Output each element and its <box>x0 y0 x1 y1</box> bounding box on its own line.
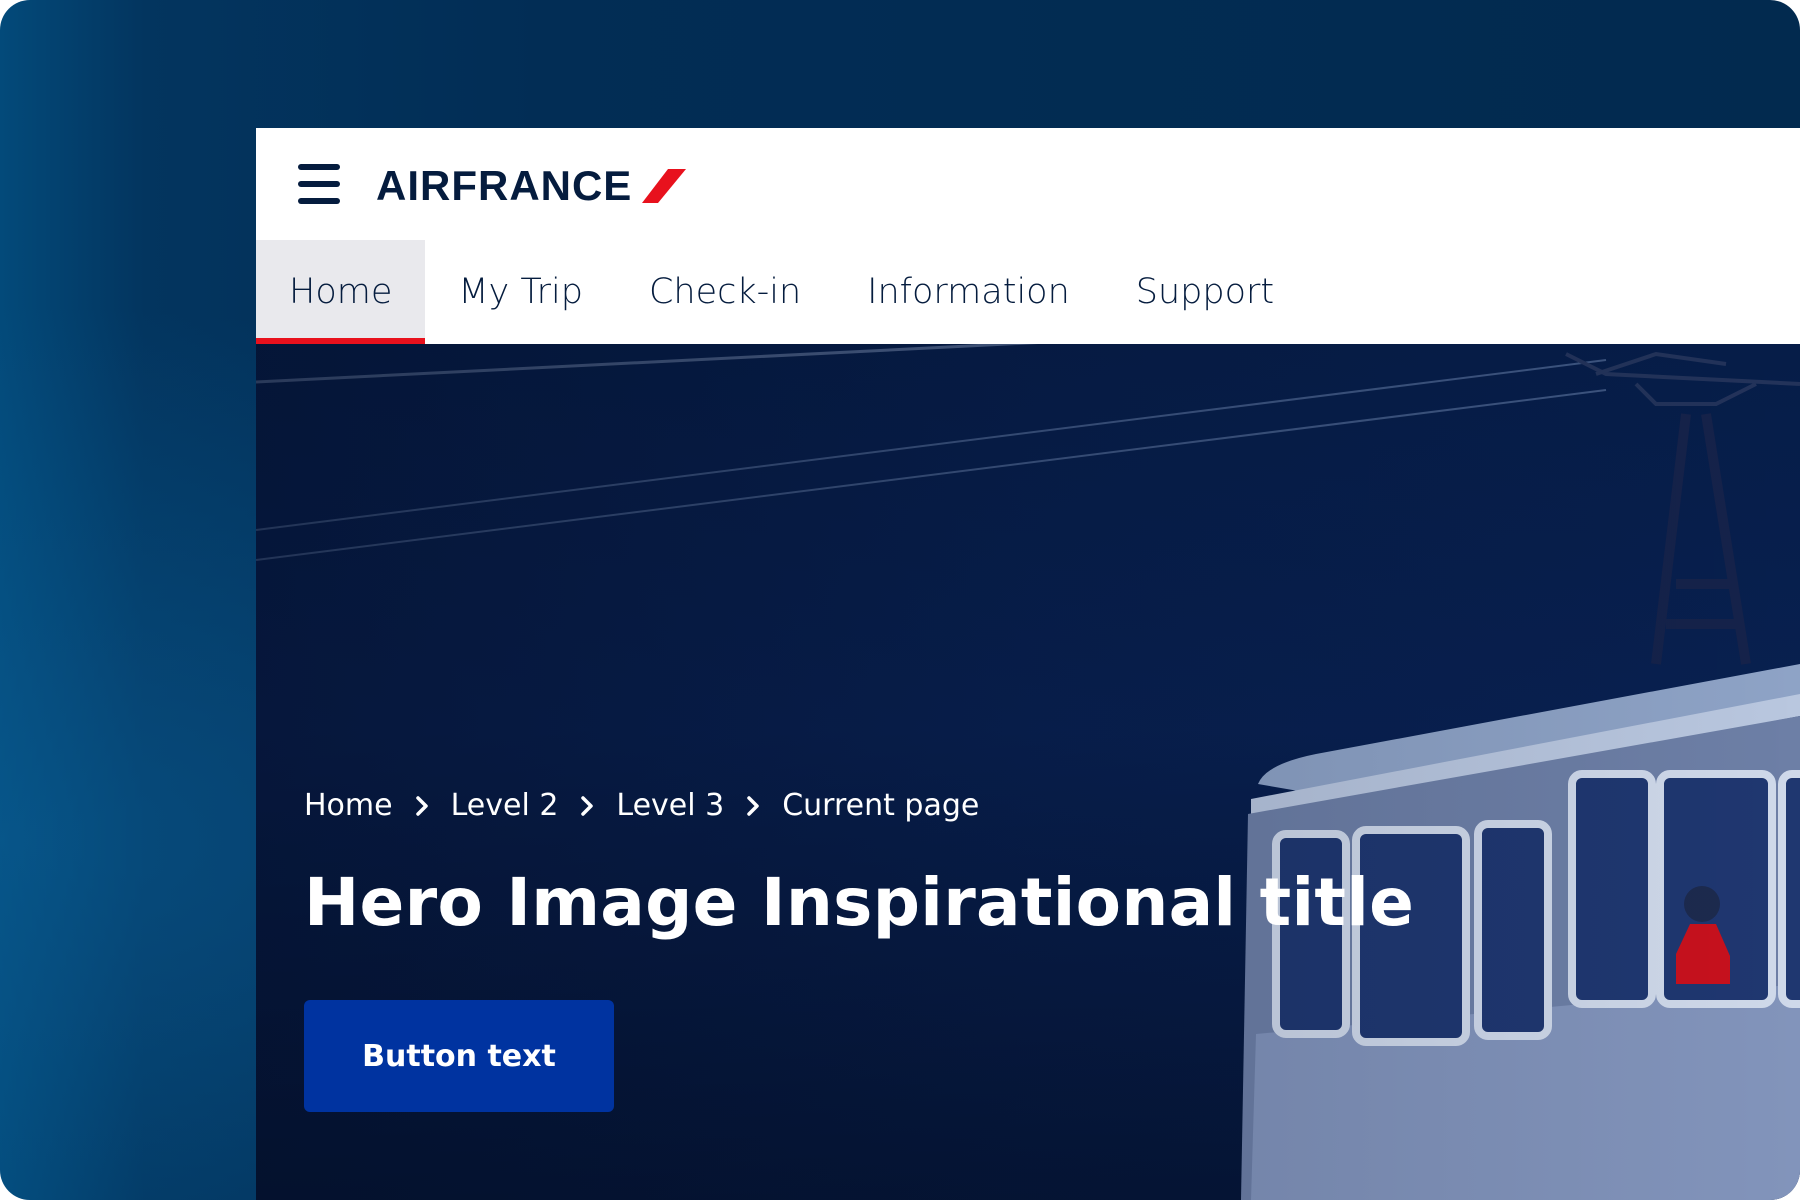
chevron-right-icon <box>580 795 594 817</box>
main-navigation: Home My Trip Check-in Information Suppor… <box>256 240 1307 344</box>
airfrance-logo[interactable]: AIRFRANCE <box>376 158 687 214</box>
hero-title: Hero Image Inspirational title <box>304 864 1415 941</box>
breadcrumb-home[interactable]: Home <box>304 788 393 823</box>
breadcrumb-level-2[interactable]: Level 2 <box>451 788 559 823</box>
hero-section: Home Level 2 Level 3 Current page Hero I… <box>256 344 1800 1200</box>
presentation-background: AIRFRANCE Home My Trip Check-in Informat… <box>0 0 1800 1200</box>
nav-item-support[interactable]: Support <box>1103 240 1307 344</box>
breadcrumb-current-page: Current page <box>782 788 980 823</box>
breadcrumb: Home Level 2 Level 3 Current page <box>304 788 979 823</box>
site-header: AIRFRANCE <box>256 128 1800 240</box>
logo-wordmark: AIRFRANCE <box>376 162 633 209</box>
logo-stripe-icon <box>642 169 687 203</box>
hero-cta-button[interactable]: Button text <box>304 1000 614 1112</box>
chevron-right-icon <box>415 795 429 817</box>
nav-item-information[interactable]: Information <box>834 240 1103 344</box>
breadcrumb-level-3[interactable]: Level 3 <box>616 788 724 823</box>
browser-viewport: AIRFRANCE Home My Trip Check-in Informat… <box>256 128 1800 1200</box>
chevron-right-icon <box>746 795 760 817</box>
nav-item-home[interactable]: Home <box>256 240 426 344</box>
nav-item-check-in[interactable]: Check-in <box>616 240 834 344</box>
hamburger-icon[interactable] <box>298 164 340 204</box>
nav-item-my-trip[interactable]: My Trip <box>425 240 616 344</box>
